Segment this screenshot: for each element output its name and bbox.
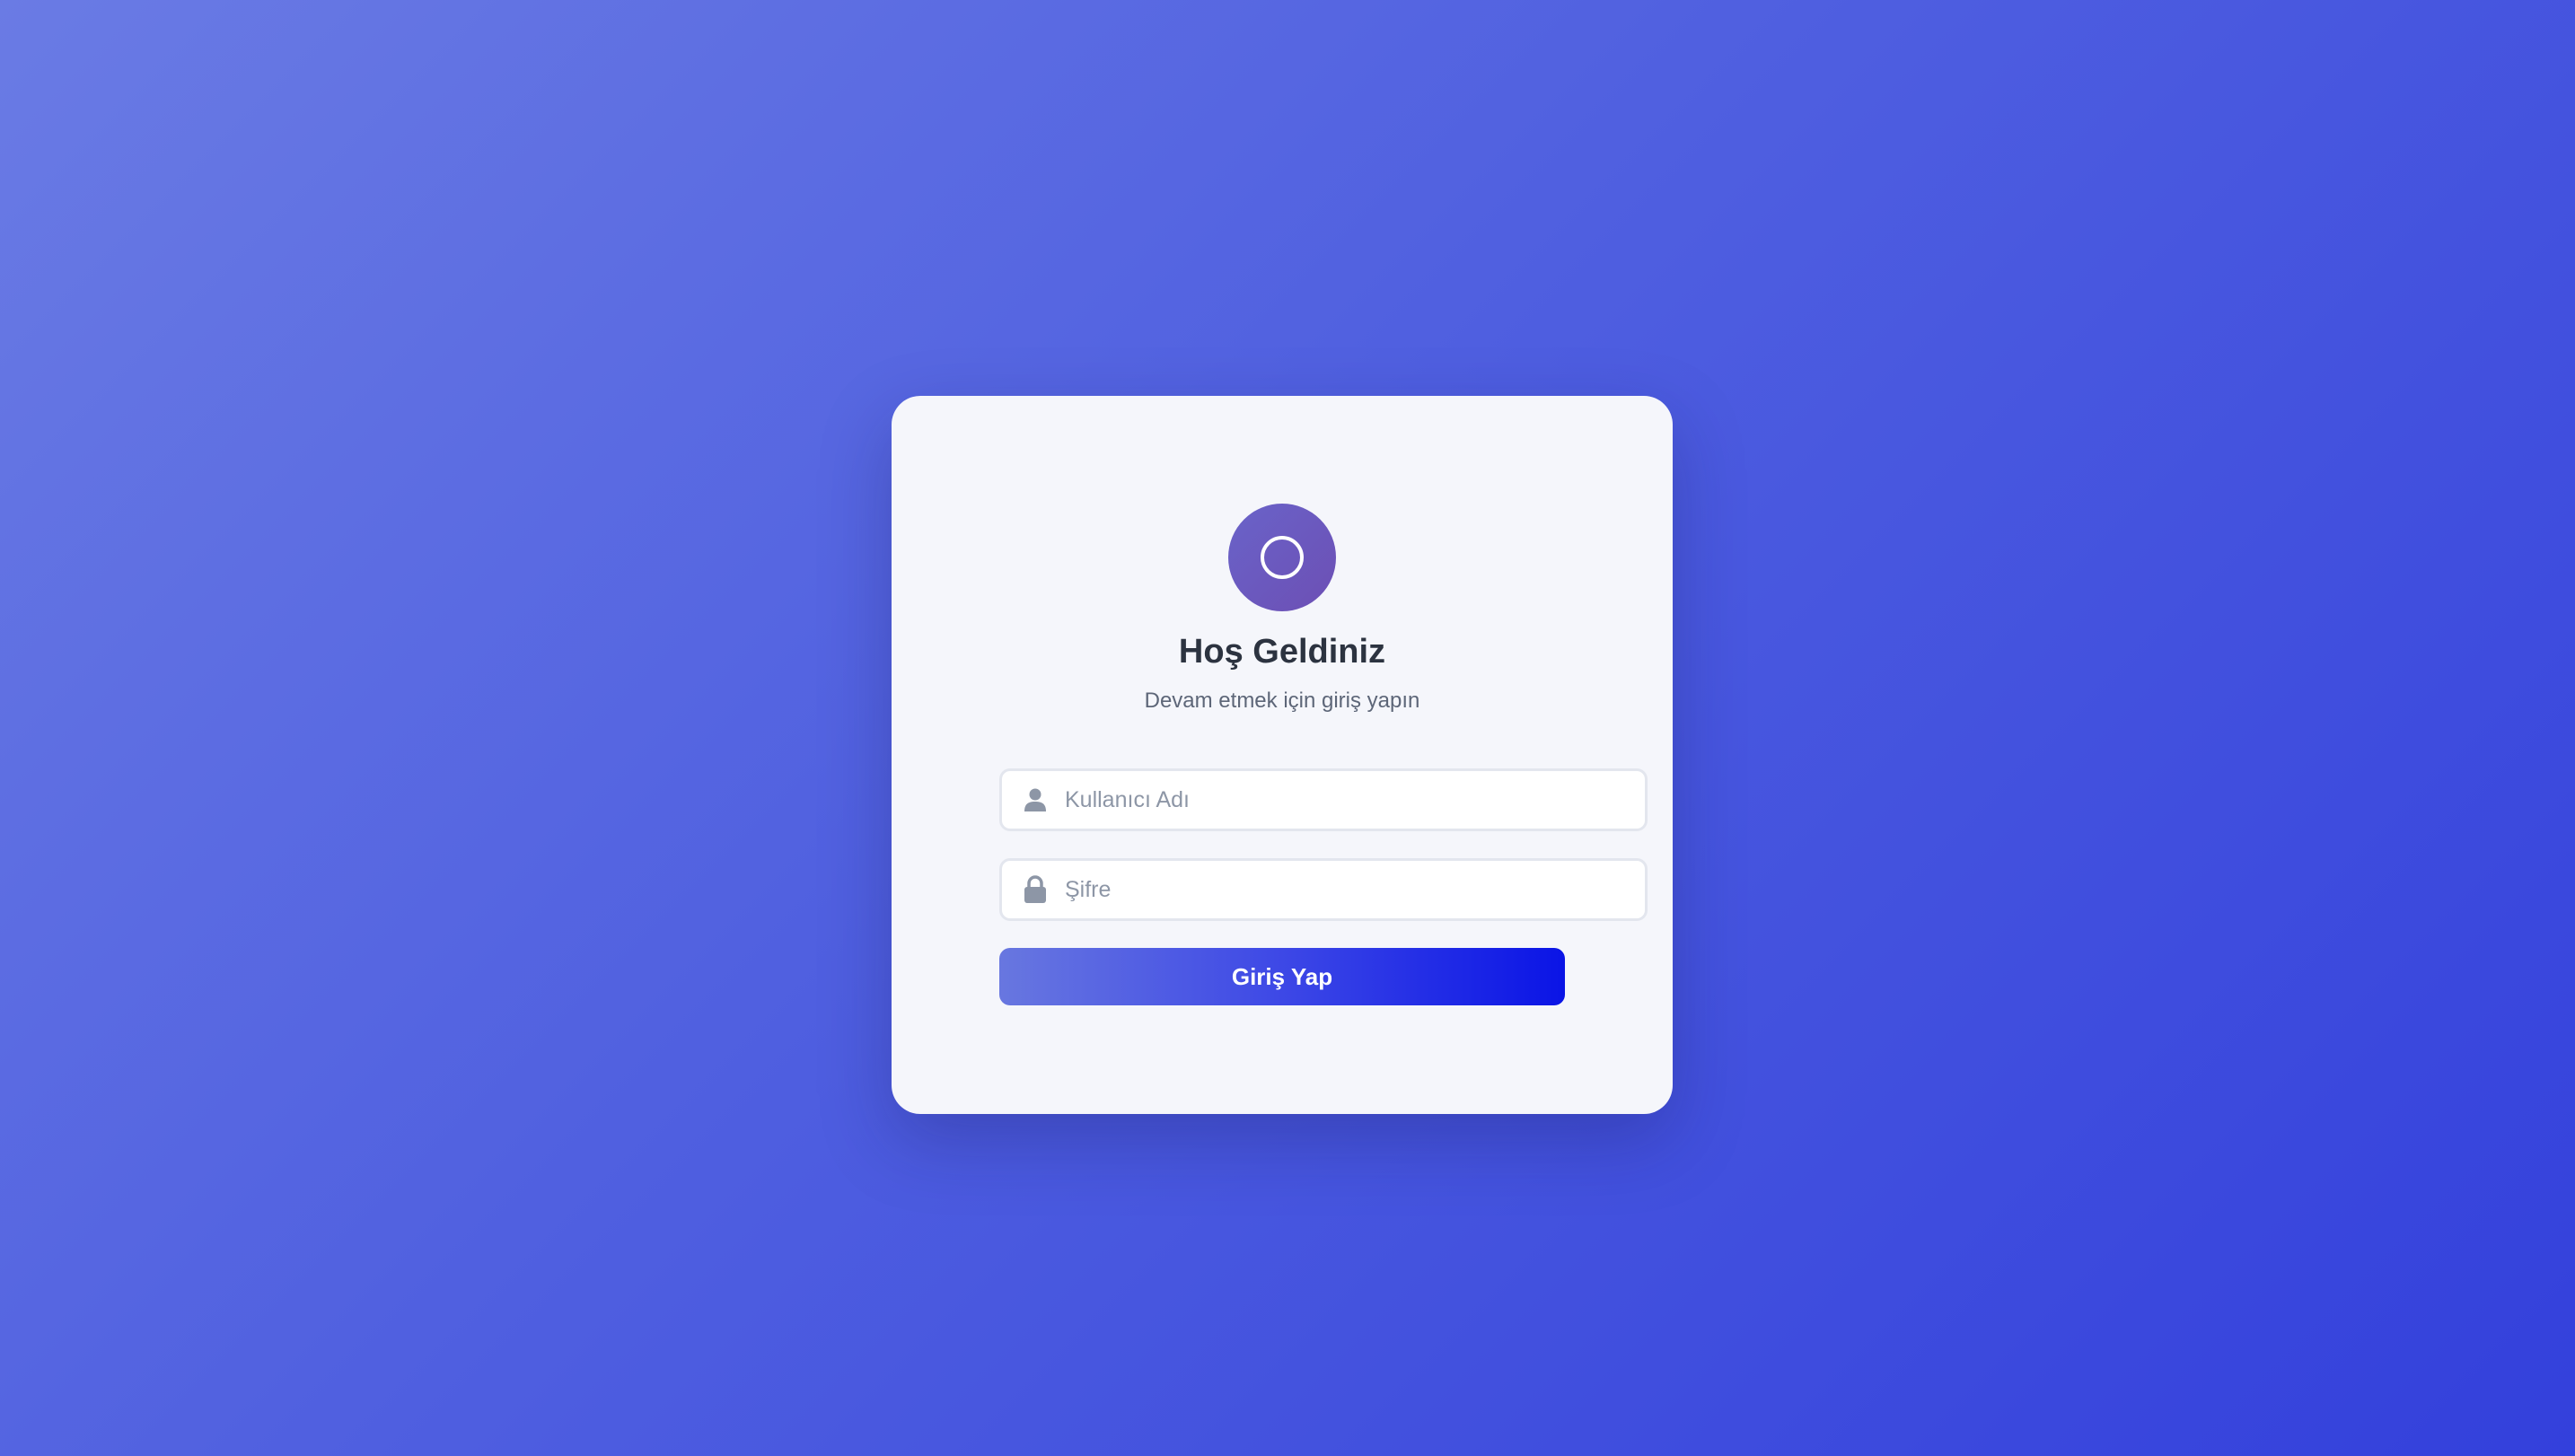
lock-icon xyxy=(1022,875,1049,903)
username-input[interactable] xyxy=(1065,771,1645,829)
login-card: Hoş Geldiniz Devam etmek için giriş yapı… xyxy=(892,396,1673,1114)
user-icon xyxy=(1022,786,1049,813)
login-button[interactable]: Giriş Yap xyxy=(999,948,1565,1005)
username-field-container[interactable] xyxy=(999,768,1648,831)
page-title: Hoş Geldiniz xyxy=(1178,633,1386,671)
password-input[interactable] xyxy=(1065,861,1645,918)
page-subtitle: Devam etmek için giriş yapın xyxy=(1144,689,1420,713)
password-field-container[interactable] xyxy=(999,858,1648,921)
logo xyxy=(1228,504,1336,611)
circle-logo-icon xyxy=(1259,534,1305,581)
